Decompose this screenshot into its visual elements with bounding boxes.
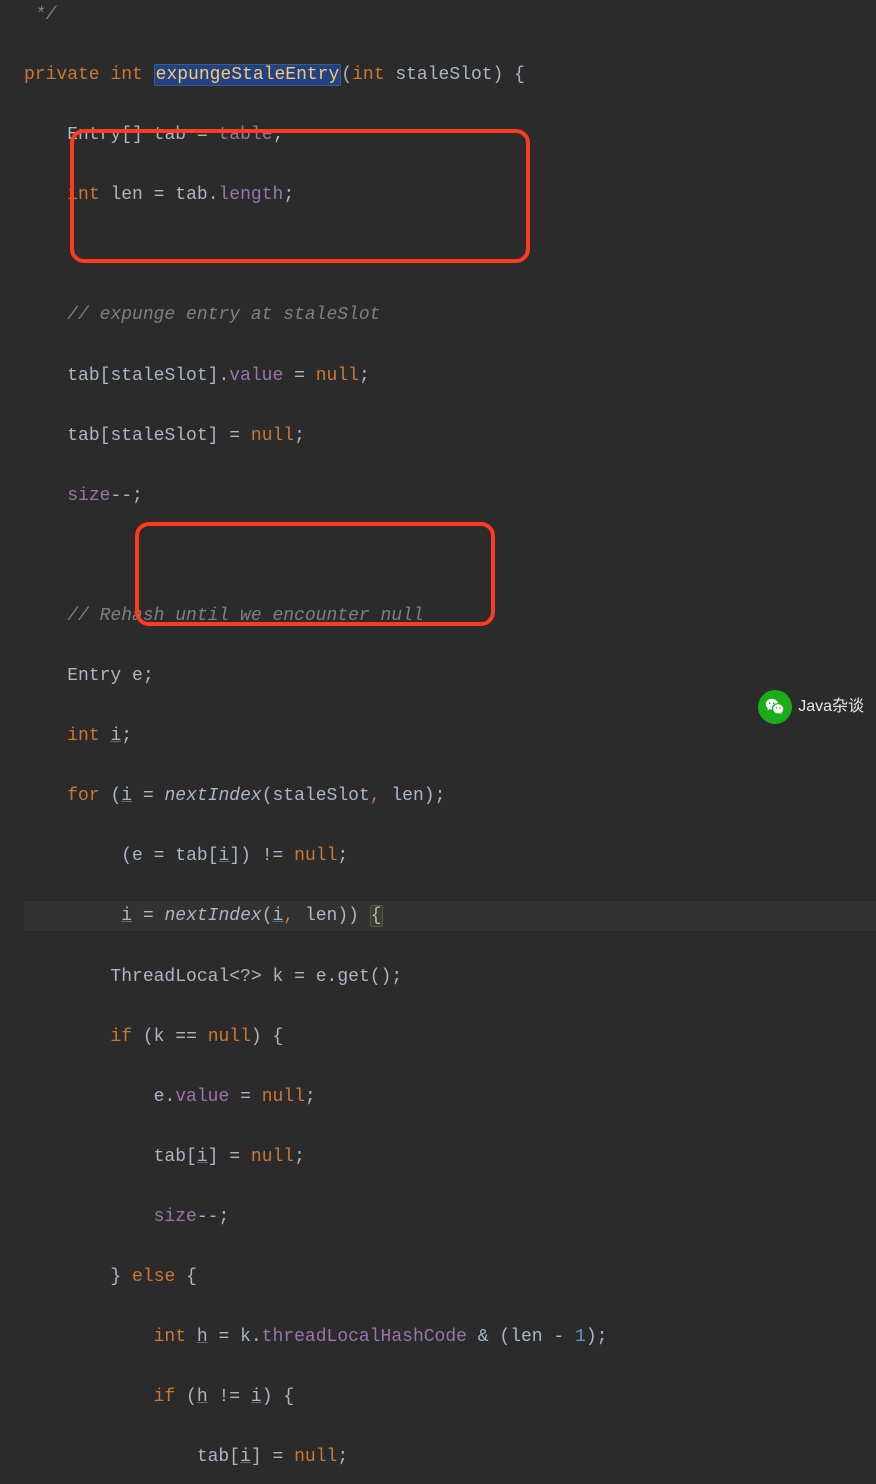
kw-int: int: [110, 65, 142, 85]
comment-rehash: // Rehash until we encounter null: [67, 606, 423, 626]
kw-private: private: [24, 65, 100, 85]
wechat-icon: [758, 690, 792, 724]
method-name: expungeStaleEntry: [154, 64, 342, 86]
caret-position: {: [370, 905, 383, 927]
comment-expunge: // expunge entry at staleSlot: [67, 305, 380, 325]
code-block: */ private int expungeStaleEntry(int sta…: [24, 0, 876, 1484]
watermark-text: Java杂谈: [798, 694, 864, 721]
comment-close: */: [35, 5, 57, 25]
watermark: Java杂谈: [758, 690, 864, 724]
code-editor[interactable]: */ private int expungeStaleEntry(int sta…: [0, 0, 876, 1484]
